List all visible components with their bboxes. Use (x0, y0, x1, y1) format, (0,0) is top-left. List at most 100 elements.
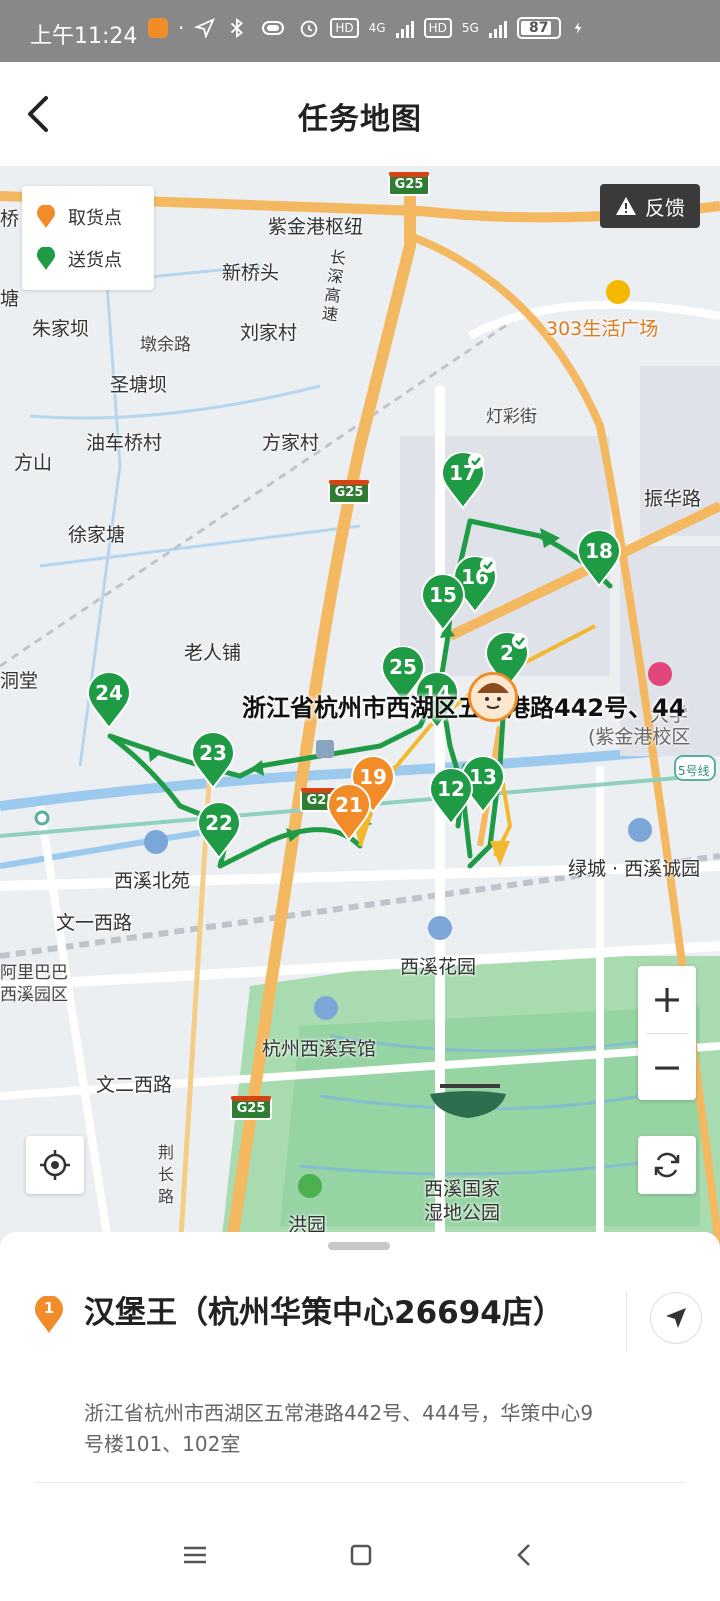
place-label: 荆长路 (158, 1143, 175, 1206)
locate-me-button[interactable] (26, 1136, 84, 1194)
highway-shield: G25 (388, 172, 430, 196)
feedback-label: 反馈 (645, 195, 685, 220)
place-label: 303生活广场 (546, 318, 659, 340)
place-label: 朱家坝 (32, 318, 90, 340)
page-title: 任务地图 (298, 102, 422, 137)
place-label: 文一西路 (56, 912, 133, 934)
network-type-2: 5G (461, 21, 479, 35)
vpn-icon (262, 21, 285, 35)
marker-number: 23 (199, 741, 227, 765)
place-label: 西溪花园 (400, 956, 477, 978)
place-label: 圣塘坝 (110, 374, 168, 396)
navigation-arrow-icon (666, 1308, 686, 1328)
place-label: 塘 (0, 288, 20, 310)
clock: 上午11:24 (30, 24, 138, 49)
charging-icon (574, 22, 582, 34)
home-icon[interactable] (346, 1540, 376, 1570)
marker-number: 21 (335, 793, 363, 817)
legend-dropoff: 送货点 (36, 246, 122, 272)
legend-pickup-label: 取货点 (68, 208, 122, 229)
rider-face-icon (471, 675, 515, 719)
place-label: 洞堂 (0, 670, 39, 692)
zoom-controls: + − (638, 966, 696, 1100)
pickup-order-number: 1 (43, 1299, 55, 1317)
back-icon[interactable] (510, 1540, 540, 1570)
system-navigation-bar (0, 1512, 720, 1601)
store-address: 浙江省杭州市西湖区五常港路442号、444号，华策中心9号楼101、102室 (84, 1401, 594, 1456)
map-marker-24[interactable]: 24 (86, 672, 132, 730)
legend-dropoff-label: 送货点 (68, 250, 122, 271)
place-label: 墩余路 (140, 335, 191, 355)
pickup-pin-icon (37, 205, 55, 228)
marker-number: 18 (585, 539, 613, 563)
battery-level: 87 (529, 20, 549, 36)
highway-shield: G25 (328, 480, 370, 504)
divider (34, 1482, 686, 1483)
place-label: 振华路 (644, 488, 702, 510)
status-icons: · HD 4G HD 5G 87 (148, 16, 585, 40)
place-label: 绿城 · 西溪诚园 (568, 858, 701, 880)
map-legend: 取货点 送货点 (22, 186, 154, 290)
signal-icon (395, 18, 414, 38)
place-label: 油车桥村 (86, 432, 163, 454)
place-label: 西溪国家 (424, 1178, 501, 1200)
store-name: 汉堡王（杭州华策中心26694店） (84, 1295, 564, 1331)
map-marker-12[interactable]: 12 (428, 768, 474, 826)
rider-address-label: 浙江省杭州市西湖区五常港路442号、44 (242, 694, 686, 722)
map-marker-22[interactable]: 22 (196, 802, 242, 860)
dot-icon: · (178, 16, 185, 40)
task-map[interactable]: 紫金港枢纽 新桥头 朱家坝 墩余路 刘家村 圣塘坝 油车桥村 方家村 方山 徐家… (0, 166, 720, 1254)
map-marker-17[interactable]: 17 (440, 452, 486, 510)
place-label: 湿地公园 (424, 1202, 501, 1224)
place-label: 桥 (0, 208, 20, 230)
map-marker-23[interactable]: 23 (190, 732, 236, 790)
place-label: 文二西路 (96, 1074, 173, 1096)
refresh-button[interactable] (638, 1136, 696, 1194)
place-label: 新桥头 (222, 262, 280, 284)
place-label: 杭州西溪宾馆 (262, 1038, 377, 1060)
feedback-button[interactable]: 反馈 (600, 184, 700, 228)
place-label: 方家村 (262, 432, 320, 454)
marker-number: 12 (437, 777, 465, 801)
dropoff-pin-icon (37, 247, 55, 270)
zoom-in-button[interactable]: + (638, 966, 696, 1032)
refresh-icon (654, 1152, 680, 1178)
marker-number: 17 (449, 461, 477, 485)
marker-number: 22 (205, 811, 233, 835)
rider-avatar[interactable] (468, 672, 518, 722)
task-detail-sheet[interactable]: 1 汉堡王（杭州华策中心26694店） 浙江省杭州市西湖区五常港路442号、44… (0, 1232, 720, 1512)
menu-icon[interactable] (180, 1540, 210, 1570)
app-header: 任务地图 (0, 62, 720, 166)
place-label: 西溪北苑 (114, 870, 191, 892)
place-label: 灯彩街 (486, 407, 537, 427)
hd-badge-2: HD (423, 18, 452, 38)
signal-icon-2 (488, 18, 507, 38)
warning-icon (616, 197, 636, 215)
map-marker-21[interactable]: 21 (326, 784, 372, 842)
crosshair-icon (40, 1150, 70, 1180)
hd-badge: HD (330, 18, 359, 38)
place-label: 徐家塘 (68, 524, 126, 546)
navigate-button[interactable] (650, 1292, 702, 1344)
location-arrow-icon (194, 17, 216, 40)
map-marker-15[interactable]: 15 (420, 574, 466, 632)
divider (626, 1292, 627, 1352)
network-type: 4G (368, 21, 386, 35)
marker-number: 15 (429, 583, 457, 607)
marker-number: 24 (95, 681, 123, 705)
alarm-icon (301, 20, 318, 38)
legend-pickup: 取货点 (36, 204, 122, 230)
place-label: 老人铺 (184, 642, 242, 664)
marker-number: 2 (500, 641, 514, 665)
app-notification-icon (148, 18, 168, 38)
place-label: 刘家村 (240, 322, 298, 344)
map-marker-18[interactable]: 18 (576, 530, 622, 588)
place-label: 紫金港枢纽 (268, 216, 364, 238)
place-label: 5号线 (678, 764, 710, 778)
pickup-order-pin: 1 (34, 1295, 64, 1334)
sheet-drag-handle[interactable] (328, 1242, 390, 1250)
zoom-out-button[interactable]: − (638, 1034, 696, 1100)
bluetooth-icon (231, 17, 244, 39)
place-label: 西溪园区 (0, 985, 68, 1005)
highway-shield: G25 (230, 1096, 272, 1120)
